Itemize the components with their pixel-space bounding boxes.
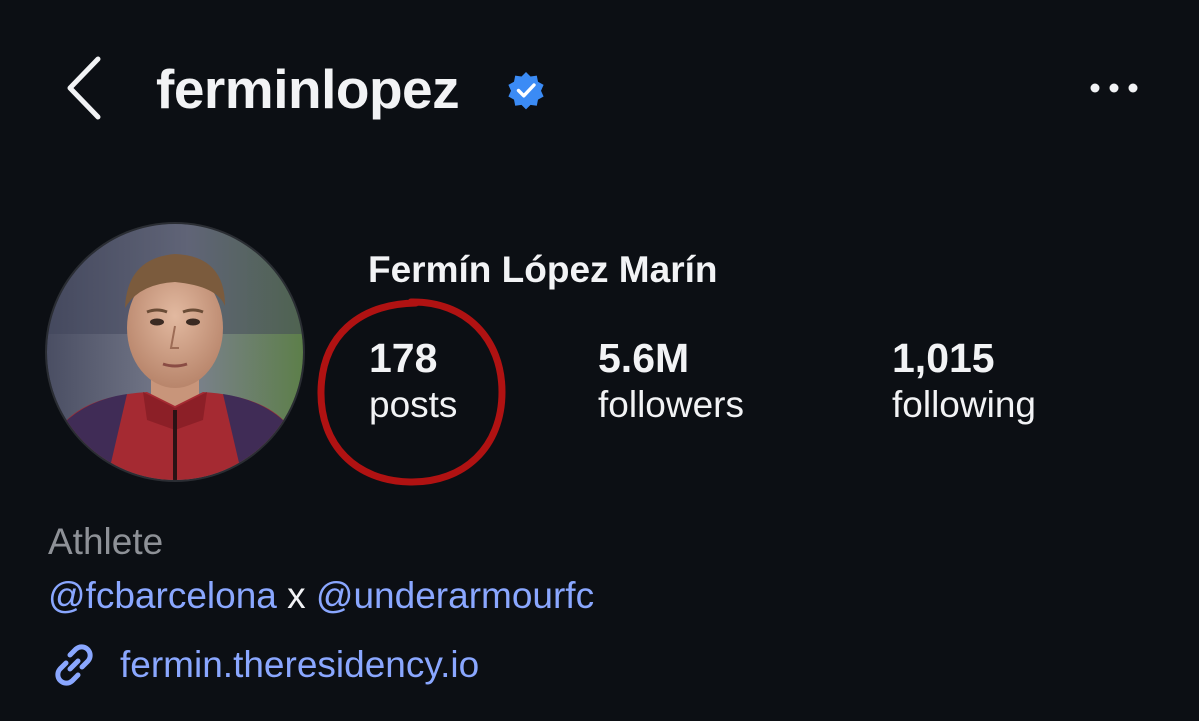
stat-value: 5.6M [598, 335, 690, 381]
avatar-photo [47, 224, 303, 480]
stat-label: following [892, 384, 1036, 425]
stat-label: posts [369, 384, 458, 425]
stat-followers[interactable]: 5.6M followers [598, 334, 744, 428]
verified-badge-icon [508, 72, 544, 110]
mention-fcbarcelona[interactable]: @fcbarcelona [48, 575, 277, 616]
bio-mentions: @fcbarcelona x @underarmourfc [48, 573, 594, 619]
profile-category: Athlete [48, 521, 164, 562]
profile-username: ferminlopez [156, 58, 460, 120]
mention-separator: x [287, 575, 306, 616]
profile-full-name: Fermín López Marín [368, 249, 718, 290]
stat-posts[interactable]: 178 posts [369, 334, 457, 428]
link-icon [55, 644, 93, 686]
mention-underarmourfc[interactable]: @underarmourfc [316, 575, 594, 616]
stat-following[interactable]: 1,015 following [892, 334, 1036, 428]
profile-avatar[interactable] [47, 224, 303, 480]
bio-link[interactable]: fermin.theresidency.io [48, 640, 479, 690]
bio-link-text: fermin.theresidency.io [120, 644, 480, 685]
back-button[interactable] [56, 52, 112, 124]
stat-label: followers [598, 384, 744, 425]
stat-value: 178 [369, 335, 438, 381]
stat-value: 1,015 [892, 335, 995, 381]
more-options-button[interactable] [1082, 66, 1146, 110]
more-horizontal-icon [1090, 83, 1138, 93]
chevron-left-icon [67, 56, 101, 120]
